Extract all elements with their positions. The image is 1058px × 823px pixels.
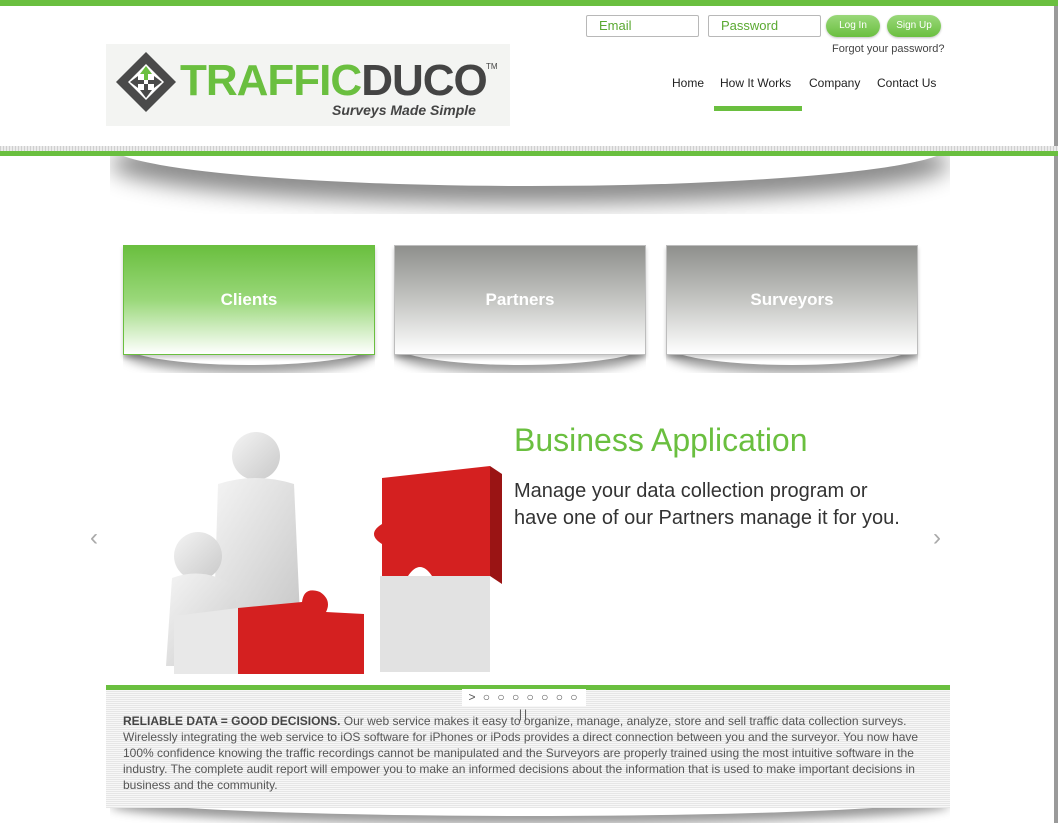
tile-label: Clients: [220, 290, 278, 309]
email-field[interactable]: Email: [586, 15, 699, 37]
forgot-password-link[interactable]: Forgot your password?: [832, 43, 945, 55]
active-nav-indicator: [714, 106, 802, 111]
nav-contact-us[interactable]: Contact Us: [877, 76, 936, 90]
top-accent-bar: [0, 0, 1058, 6]
tile-partners[interactable]: Partners: [394, 245, 646, 355]
login-button[interactable]: Log In: [826, 15, 880, 37]
logo-mark-icon: [116, 52, 176, 112]
tile-shadow: [666, 355, 918, 373]
slide-description: Manage your data collection program or h…: [514, 480, 900, 529]
slider-next-icon[interactable]: ›: [933, 526, 941, 550]
logo[interactable]: TRAFFICDUCO TM Surveys Made Simple: [106, 44, 510, 126]
tile-label: Partners: [485, 290, 555, 309]
nav-home[interactable]: Home: [672, 76, 704, 90]
nav-company[interactable]: Company: [809, 76, 860, 90]
tile-surveyors[interactable]: Surveyors: [666, 245, 918, 355]
header-shadow: [110, 156, 950, 214]
slider-pager[interactable]: > ○ ○ ○ ○ ○ ○ ○ ||: [462, 689, 586, 721]
tile-shadow: [394, 355, 646, 373]
nav-how-it-works[interactable]: How It Works: [720, 76, 791, 90]
slider-prev-icon[interactable]: ‹: [90, 526, 98, 550]
logo-wordmark: TRAFFICDUCO: [180, 56, 488, 105]
puzzle-figures-image: [166, 432, 502, 674]
tile-label: Surveyors: [750, 290, 834, 309]
slide-title: Business Application: [514, 422, 808, 458]
intro-paragraph: RELIABLE DATA = GOOD DECISIONS. Our web …: [123, 713, 932, 793]
content-shadow: [110, 808, 950, 823]
password-field[interactable]: Password: [708, 15, 821, 37]
intro-lead: RELIABLE DATA = GOOD DECISIONS.: [123, 714, 341, 728]
scrollbar-edge[interactable]: [1054, 6, 1058, 823]
logo-tagline: Surveys Made Simple: [332, 102, 476, 118]
tile-shadow: [123, 355, 375, 373]
trademark-symbol: TM: [486, 62, 498, 71]
signup-button[interactable]: Sign Up: [887, 15, 941, 37]
tile-clients[interactable]: Clients: [123, 245, 375, 355]
